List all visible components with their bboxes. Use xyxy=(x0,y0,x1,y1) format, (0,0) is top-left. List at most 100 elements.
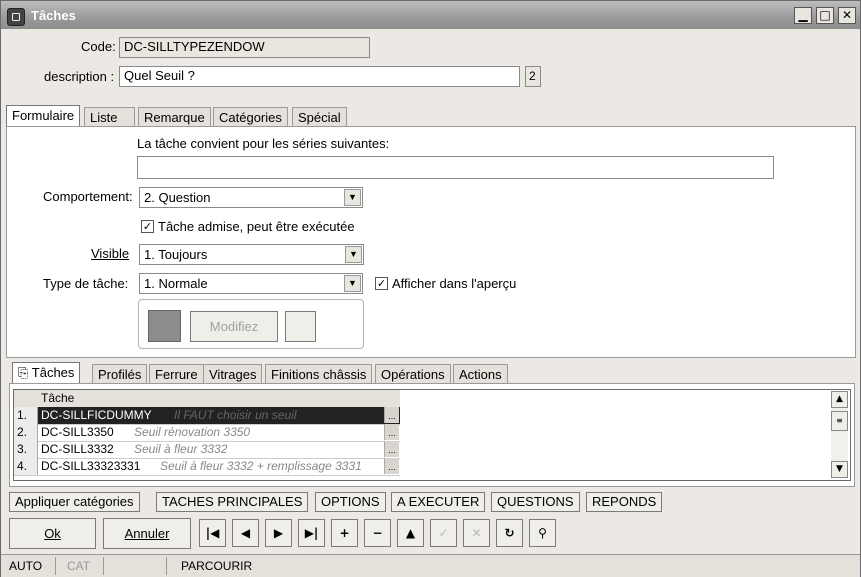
apercu-label: Afficher dans l'aperçu xyxy=(392,276,517,291)
scroll-down-icon[interactable]: ▼ xyxy=(831,461,848,478)
row-code: DC-SILL3350 xyxy=(41,425,114,439)
tab-formulaire[interactable]: Formulaire xyxy=(6,105,81,127)
confirm-icon[interactable]: ✓ xyxy=(430,519,457,547)
close-button[interactable]: ✕ xyxy=(838,7,856,24)
row-ellipsis-button[interactable]: ... xyxy=(384,458,399,474)
subtab-operations[interactable]: Opérations xyxy=(375,364,451,384)
subtab-profiles[interactable]: Profilés xyxy=(92,364,148,384)
tab-liste[interactable]: Liste xyxy=(84,107,135,127)
row-description: Seuil rénovation 3350 xyxy=(134,425,251,439)
subtab-finitions[interactable]: Finitions châssis xyxy=(265,364,373,384)
subtab-actions[interactable]: Actions xyxy=(453,364,508,384)
series-field[interactable] xyxy=(137,156,774,179)
status-parcourir: PARCOURIR xyxy=(181,559,253,573)
description-label: description : xyxy=(44,69,115,84)
ok-button[interactable]: Ok xyxy=(9,518,96,549)
visible-label: Visible xyxy=(91,246,130,261)
admise-checkbox[interactable]: ✓ xyxy=(141,220,154,233)
status-mode-cat: CAT xyxy=(59,557,104,575)
grid-scrollbar[interactable]: ▲ ≡ ▼ xyxy=(831,391,848,478)
row-number: 1. xyxy=(14,407,38,424)
table-row[interactable]: 4. DC-SILL33323331 Seuil à fleur 3332 + … xyxy=(14,458,400,476)
minimize-button[interactable]: ▁ xyxy=(794,7,812,24)
admise-label: Tâche admise, peut être exécutée xyxy=(158,219,355,234)
grid-header-tache: Tâche xyxy=(41,391,75,405)
color-extra-button[interactable] xyxy=(285,311,316,342)
description-field[interactable]: Quel Seuil ? xyxy=(119,66,520,87)
answers-button[interactable]: REPONDS xyxy=(586,492,663,512)
tab-remarque[interactable]: Remarque xyxy=(138,107,211,127)
type-value: 1. Normale xyxy=(144,276,208,291)
title-bar: Tâches ▁ □ ✕ xyxy=(1,1,860,29)
add-record-icon[interactable]: + xyxy=(331,519,358,547)
chevron-down-icon[interactable]: ▼ xyxy=(344,189,361,206)
row-description: Il FAUT choisir un seuil xyxy=(174,408,297,422)
cancel-label: Annuler xyxy=(124,526,170,541)
row-code: DC-SILL3332 xyxy=(41,442,114,456)
previous-record-icon[interactable]: ◀ xyxy=(232,519,259,547)
paperclip-icon: ⎘ xyxy=(18,365,32,380)
apply-categories-button[interactable]: Appliquer catégories xyxy=(9,492,140,512)
comportement-label: Comportement: xyxy=(43,189,133,204)
status-mode-auto: AUTO xyxy=(1,557,56,575)
to-execute-button[interactable]: A EXECUTER xyxy=(391,492,486,512)
row-ellipsis-button[interactable]: ... xyxy=(384,441,399,457)
status-empty xyxy=(107,557,167,575)
comportement-value: 2. Question xyxy=(144,190,211,205)
type-label: Type de tâche: xyxy=(43,276,129,291)
maximize-button[interactable]: □ xyxy=(816,7,834,24)
tasks-window: Tâches ▁ □ ✕ Code: DC-SILLTYPEZENDOW des… xyxy=(0,0,861,577)
questions-button[interactable]: QUESTIONS xyxy=(491,492,580,512)
row-code: DC-SILL33323331 xyxy=(41,459,141,473)
first-record-icon[interactable]: |◀ xyxy=(199,519,226,547)
row-description: Seuil à fleur 3332 + remplissage 3331 xyxy=(160,459,362,473)
options-button[interactable]: OPTIONS xyxy=(315,492,386,512)
table-row[interactable]: 1. DC-SILLFICDUMMY Il FAUT choisir un se… xyxy=(14,407,400,425)
type-select[interactable]: 1. Normale ▼ xyxy=(139,273,363,294)
visible-value: 1. Toujours xyxy=(144,247,208,262)
scroll-up-icon[interactable]: ▲ xyxy=(831,391,848,408)
row-ellipsis-button[interactable]: ... xyxy=(384,407,399,423)
chevron-down-icon[interactable]: ▼ xyxy=(344,275,361,292)
subtab-ferrure[interactable]: Ferrure xyxy=(149,364,204,384)
tab-categories[interactable]: Catégories xyxy=(213,107,288,127)
row-number: 4. xyxy=(14,458,38,475)
visible-select[interactable]: 1. Toujours ▼ xyxy=(139,244,364,265)
table-row[interactable]: 2. DC-SILL3350 Seuil rénovation 3350 ... xyxy=(14,424,400,442)
app-icon xyxy=(7,8,25,26)
binoculars-icon[interactable]: ⚲ xyxy=(529,519,556,547)
code-field[interactable]: DC-SILLTYPEZENDOW xyxy=(119,37,370,58)
row-description: Seuil à fleur 3332 xyxy=(134,442,228,456)
refresh-icon[interactable]: ↻ xyxy=(496,519,523,547)
next-record-icon[interactable]: ▶ xyxy=(265,519,292,547)
apercu-checkbox[interactable]: ✓ xyxy=(375,277,388,290)
subtab-taches[interactable]: ⎘ Tâches xyxy=(12,362,81,384)
last-record-icon[interactable]: ▶| xyxy=(298,519,325,547)
row-number: 3. xyxy=(14,441,38,458)
move-up-icon[interactable]: ▲ xyxy=(397,519,424,547)
modifiez-button[interactable]: Modifiez xyxy=(190,311,278,342)
subtab-taches-label: Tâches xyxy=(31,365,75,380)
cancel-edit-icon[interactable]: ✕ xyxy=(463,519,490,547)
code-label: Code: xyxy=(81,39,116,54)
series-label: La tâche convient pour les séries suivan… xyxy=(137,136,390,151)
row-ellipsis-button[interactable]: ... xyxy=(384,424,399,440)
tasks-grid: Tâche 1. DC-SILLFICDUMMY Il FAUT choisir… xyxy=(13,389,851,481)
subtab-vitrages[interactable]: Vitrages xyxy=(203,364,263,384)
delete-record-icon[interactable]: − xyxy=(364,519,391,547)
scroll-thumb[interactable]: ≡ xyxy=(831,411,848,431)
row-code: DC-SILLFICDUMMY xyxy=(41,408,152,422)
cancel-button[interactable]: Annuler xyxy=(103,518,191,549)
tab-special[interactable]: Spécial xyxy=(292,107,347,127)
ok-label: Ok xyxy=(44,526,61,541)
grid-header: Tâche xyxy=(14,390,400,408)
chevron-down-icon[interactable]: ▼ xyxy=(345,246,362,263)
table-row[interactable]: 3. DC-SILL3332 Seuil à fleur 3332 ... xyxy=(14,441,400,459)
status-bar: AUTO CAT PARCOURIR xyxy=(1,554,860,577)
main-tasks-button[interactable]: TACHES PRINCIPALES xyxy=(156,492,309,512)
color-swatch[interactable] xyxy=(148,310,181,342)
description-counter: 2 xyxy=(525,66,541,87)
window-title: Tâches xyxy=(31,8,76,23)
row-number: 2. xyxy=(14,424,38,441)
comportement-select[interactable]: 2. Question ▼ xyxy=(139,187,363,208)
